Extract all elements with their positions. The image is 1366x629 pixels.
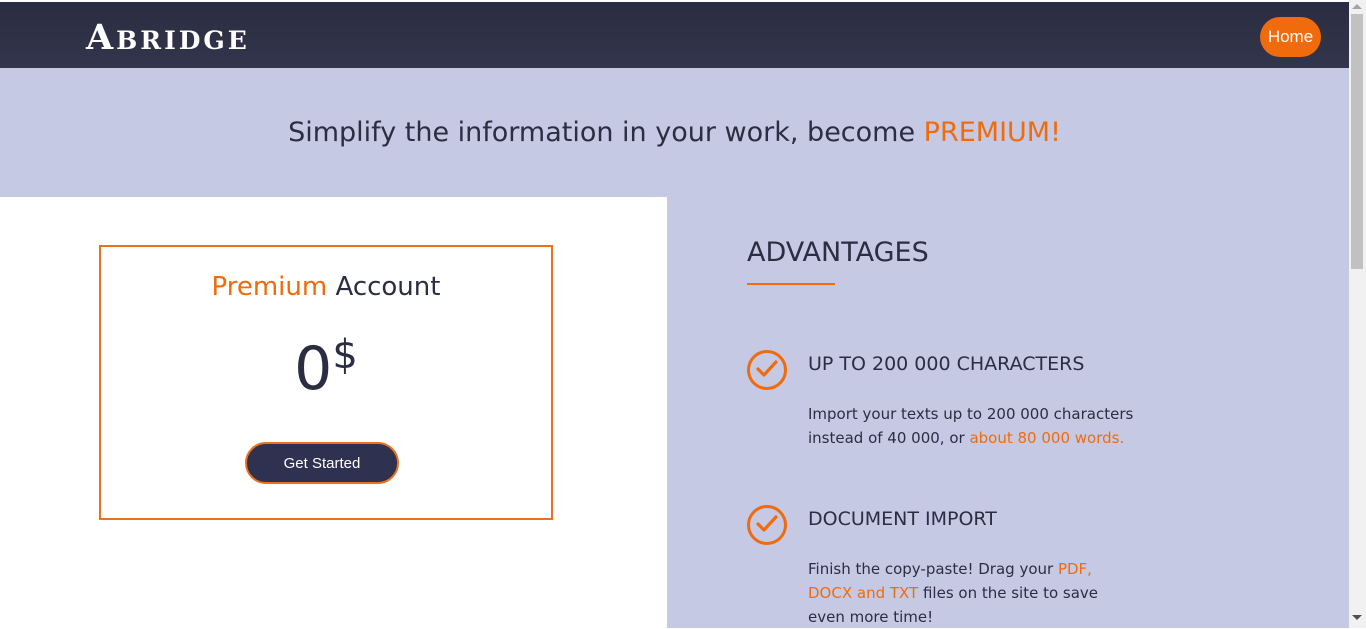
currency-symbol: $ xyxy=(332,332,358,378)
hero-title: Simplify the information in your work, b… xyxy=(0,117,1349,148)
hero-title-text: Simplify the information in your work, b… xyxy=(288,117,924,148)
feature-text: Finish the copy-paste! Drag your xyxy=(808,560,1058,578)
price: 0$ xyxy=(101,329,551,409)
feature-description: Finish the copy-paste! Drag your PDF, DO… xyxy=(808,557,1138,629)
scrollbar-thumb[interactable] xyxy=(1351,14,1363,269)
feature-description: Import your texts up to 200 000 characte… xyxy=(808,402,1138,450)
price-value: 0 xyxy=(294,334,333,404)
feature-heading: DOCUMENT IMPORT xyxy=(808,508,997,530)
top-navbar: Abridge Home xyxy=(0,2,1349,68)
hero-title-highlight: PREMIUM! xyxy=(923,117,1061,148)
card-title-text: Account xyxy=(327,272,441,302)
advantages-section: ADVANTAGES UP TO 200 000 CHARACTERS Impo… xyxy=(667,197,1349,628)
get-started-button[interactable]: Get Started xyxy=(245,442,399,484)
card-title-highlight: Premium xyxy=(211,272,328,302)
brand-logo[interactable]: Abridge xyxy=(86,16,250,60)
check-circle-icon xyxy=(747,350,787,390)
feature-text-highlight: about 80 000 words. xyxy=(969,429,1125,447)
feature-heading: UP TO 200 000 CHARACTERS xyxy=(808,353,1085,375)
hero-banner: Simplify the information in your work, b… xyxy=(0,68,1349,197)
scroll-down-arrow-icon[interactable] xyxy=(1352,615,1362,620)
advantages-title: ADVANTAGES xyxy=(747,237,929,268)
home-button[interactable]: Home xyxy=(1260,17,1321,57)
title-underline xyxy=(747,283,835,285)
scroll-up-arrow-icon[interactable] xyxy=(1352,4,1362,9)
card-title: Premium Account xyxy=(101,272,551,302)
premium-card: Premium Account 0$ Get Started xyxy=(99,245,553,520)
pricing-section: Premium Account 0$ Get Started xyxy=(0,197,667,628)
check-circle-icon xyxy=(747,505,787,545)
